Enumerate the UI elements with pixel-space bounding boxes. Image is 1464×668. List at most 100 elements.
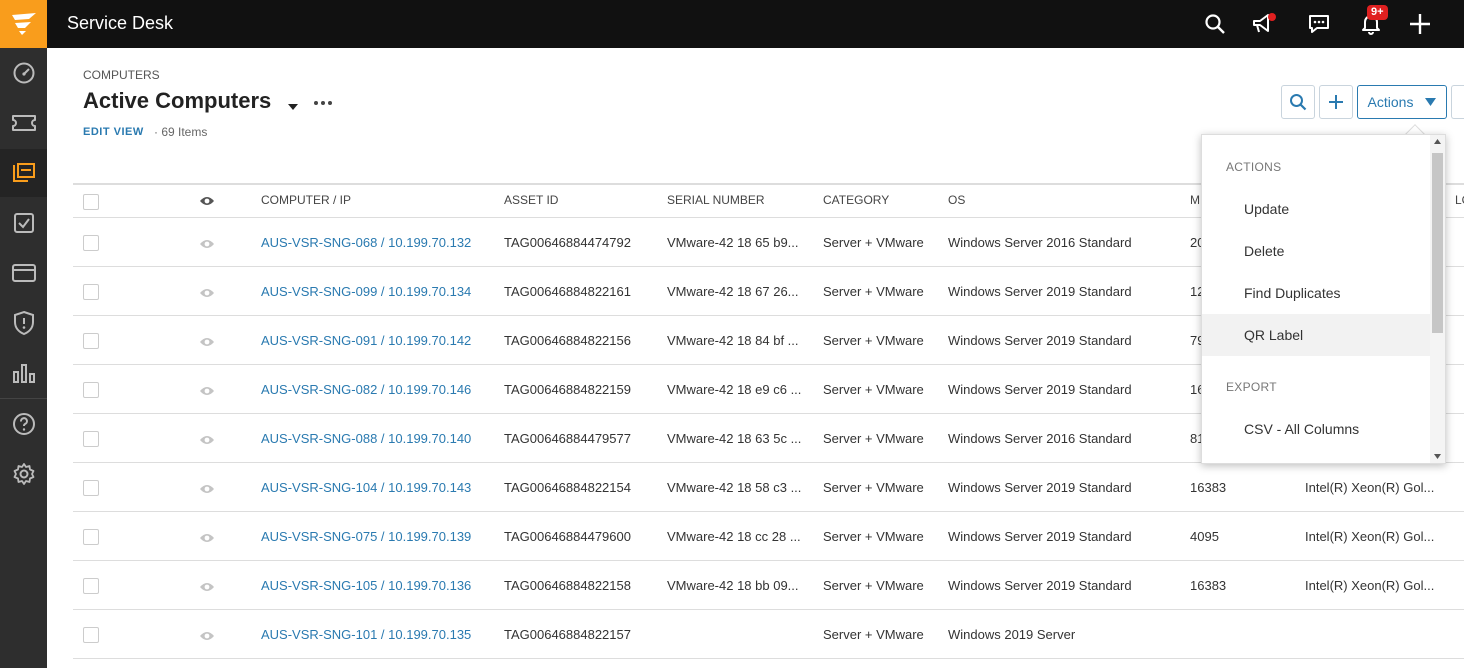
dropdown-scrollbar[interactable] (1430, 135, 1445, 463)
column-header-computer[interactable]: COMPUTER / IP (261, 193, 351, 207)
asset-id-cell: TAG00646884479600 (504, 529, 631, 544)
breadcrumb[interactable]: COMPUTERS (83, 68, 160, 82)
computer-link[interactable]: AUS-VSR-SNG-105 / 10.199.70.136 (261, 578, 491, 593)
notification-badge: 9+ (1367, 5, 1388, 20)
add-icon[interactable] (1406, 10, 1434, 38)
os-cell: Windows Server 2019 Standard (948, 480, 1132, 495)
add-button[interactable] (1319, 85, 1353, 119)
computer-link[interactable]: AUS-VSR-SNG-101 / 10.199.70.135 (261, 627, 491, 642)
table-row[interactable]: AUS-VSR-SNG-101 / 10.199.70.135 TAG006468… (73, 610, 1464, 659)
serial-number-cell: VMware-42 18 65 b9... (667, 235, 799, 250)
chat-icon[interactable] (1305, 10, 1333, 38)
actions-section-header: ACTIONS (1226, 160, 1282, 174)
preview-eye-icon[interactable] (199, 286, 215, 304)
cpu-cell: Intel(R) Xeon(R) Gol... (1305, 578, 1435, 593)
column-header-memory[interactable]: M (1190, 193, 1200, 207)
column-header-asset-id[interactable]: ASSET ID (504, 193, 558, 207)
preview-eye-icon[interactable] (199, 237, 215, 255)
os-cell: Windows Server 2019 Standard (948, 529, 1132, 544)
help-icon[interactable] (0, 400, 47, 448)
scrollbar-thumb[interactable] (1432, 153, 1443, 333)
tasks-icon[interactable] (0, 199, 47, 247)
asset-id-cell: TAG00646884822158 (504, 578, 631, 593)
row-checkbox[interactable] (83, 235, 99, 251)
actions-button[interactable]: Actions (1357, 85, 1447, 119)
more-options-icon[interactable] (314, 98, 334, 108)
asset-id-cell: TAG00646884479577 (504, 431, 631, 446)
preview-eye-icon[interactable] (199, 384, 215, 402)
category-cell: Server + VMware (823, 578, 924, 593)
asset-id-cell: TAG00646884822154 (504, 480, 631, 495)
menu-item-csv-all-columns[interactable]: CSV - All Columns (1202, 408, 1432, 450)
category-cell: Server + VMware (823, 235, 924, 250)
dashboard-icon[interactable] (0, 49, 47, 97)
computer-link[interactable]: AUS-VSR-SNG-099 / 10.199.70.134 (261, 284, 491, 299)
preview-eye-icon[interactable] (199, 433, 215, 451)
computer-link[interactable]: AUS-VSR-SNG-091 / 10.199.70.142 (261, 333, 491, 348)
preview-eye-icon[interactable] (199, 335, 215, 353)
table-row[interactable]: AUS-VSR-SNG-105 / 10.199.70.136 TAG006468… (73, 561, 1464, 610)
table-row[interactable]: AUS-VSR-SNG-104 / 10.199.70.143 TAG006468… (73, 463, 1464, 512)
view-options-button[interactable] (1451, 85, 1464, 119)
view-dropdown-icon[interactable] (287, 98, 299, 116)
computer-link[interactable]: AUS-VSR-SNG-082 / 10.199.70.146 (261, 382, 491, 397)
row-checkbox[interactable] (83, 529, 99, 545)
ticket-icon[interactable] (0, 99, 47, 147)
settings-icon[interactable] (0, 450, 47, 498)
sidebar-divider (0, 398, 47, 399)
asset-id-cell: TAG00646884822159 (504, 382, 631, 397)
top-bar: Service Desk 9+ (0, 0, 1464, 48)
menu-item-qr-label[interactable]: QR Label (1202, 314, 1432, 356)
category-cell: Server + VMware (823, 382, 924, 397)
row-checkbox[interactable] (83, 431, 99, 447)
computer-link[interactable]: AUS-VSR-SNG-088 / 10.199.70.140 (261, 431, 491, 446)
table-row[interactable]: AUS-VSR-SNG-075 / 10.199.70.139 TAG006468… (73, 512, 1464, 561)
export-section-header: EXPORT (1226, 380, 1277, 394)
row-checkbox[interactable] (83, 333, 99, 349)
column-header-serial[interactable]: SERIAL NUMBER (667, 193, 765, 207)
select-all-checkbox[interactable] (83, 194, 99, 210)
sidebar (0, 48, 47, 668)
scroll-down-icon[interactable] (1434, 454, 1441, 459)
serial-number-cell: VMware-42 18 63 5c ... (667, 431, 802, 446)
asset-id-cell: TAG00646884474792 (504, 235, 631, 250)
menu-item-find-duplicates[interactable]: Find Duplicates (1202, 272, 1432, 314)
row-checkbox[interactable] (83, 578, 99, 594)
os-cell: Windows Server 2019 Standard (948, 382, 1132, 397)
search-button[interactable] (1281, 85, 1315, 119)
plus-icon (1329, 95, 1343, 109)
preview-eye-icon[interactable] (199, 629, 215, 647)
memory-cell: 4095 (1190, 529, 1219, 544)
eye-icon (199, 194, 215, 212)
menu-item-update[interactable]: Update (1202, 188, 1432, 230)
menu-item-delete[interactable]: Delete (1202, 230, 1432, 272)
preview-eye-icon[interactable] (199, 531, 215, 549)
edit-view-link[interactable]: EDIT VIEW (83, 126, 144, 138)
search-icon[interactable] (1201, 10, 1229, 38)
preview-eye-icon[interactable] (199, 482, 215, 500)
preview-eye-icon[interactable] (199, 580, 215, 598)
scroll-up-icon[interactable] (1434, 139, 1441, 144)
row-checkbox[interactable] (83, 627, 99, 643)
asset-id-cell: TAG00646884822157 (504, 627, 631, 642)
card-icon[interactable] (0, 249, 47, 297)
computer-link[interactable]: AUS-VSR-SNG-075 / 10.199.70.139 (261, 529, 491, 544)
row-checkbox[interactable] (83, 284, 99, 300)
announcement-icon[interactable] (1250, 10, 1278, 38)
row-checkbox[interactable] (83, 382, 99, 398)
column-header-os[interactable]: OS (948, 193, 965, 207)
asset-id-cell: TAG00646884822161 (504, 284, 631, 299)
serial-number-cell: VMware-42 18 67 26... (667, 284, 799, 299)
computer-link[interactable]: AUS-VSR-SNG-068 / 10.199.70.132 (261, 235, 491, 250)
column-header-category[interactable]: CATEGORY (823, 193, 889, 207)
computer-link[interactable]: AUS-VSR-SNG-104 / 10.199.70.143 (261, 480, 491, 495)
category-cell: Server + VMware (823, 480, 924, 495)
reports-icon[interactable] (0, 349, 47, 397)
logo[interactable] (0, 0, 47, 48)
row-checkbox[interactable] (83, 480, 99, 496)
assets-icon[interactable] (0, 149, 47, 197)
os-cell: Windows Server 2019 Standard (948, 578, 1132, 593)
column-header-location[interactable]: LO (1455, 193, 1464, 207)
shield-icon[interactable] (0, 299, 47, 347)
os-cell: Windows Server 2019 Standard (948, 333, 1132, 348)
